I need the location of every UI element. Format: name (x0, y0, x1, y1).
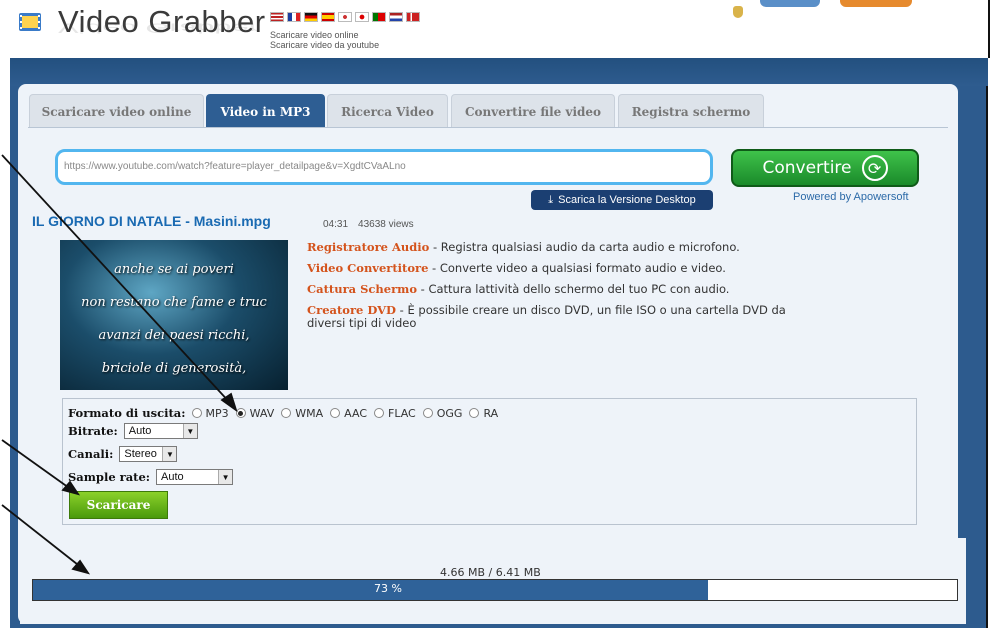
video-thumbnail[interactable]: anche se ai poveri non restano che fame … (60, 240, 288, 390)
mascot-icon (733, 6, 743, 18)
powered-by-text: Powered by Apowersoft (793, 191, 909, 203)
header: Video Grabber Video Grabber Scaricare vi… (0, 0, 990, 58)
feature-link-video-converter[interactable]: Video Convertitore (307, 261, 428, 275)
top-nav-button-orange[interactable] (840, 0, 912, 7)
tab-video-in-mp3[interactable]: Video in MP3 (206, 94, 325, 128)
video-views: 43638 views (358, 219, 414, 230)
refresh-icon: ⟳ (861, 155, 888, 181)
thumbnail-text-line: avanzi dei paesi ricchi, (98, 328, 250, 343)
format-option-label: WMA (295, 406, 324, 420)
format-radio-wma[interactable] (281, 408, 292, 418)
flag-no-icon[interactable] (406, 12, 420, 22)
format-row: Formato di uscita: MP3 WAV WMA AAC FLAC … (68, 406, 501, 420)
feature-item: Video Convertitore - Converte video a qu… (307, 262, 827, 275)
feature-desc: - Converte video a qualsiasi formato aud… (428, 261, 726, 275)
convert-button[interactable]: Convertire ⟳ (731, 149, 919, 187)
format-option-label: MP3 (205, 406, 229, 420)
progress-bar (32, 579, 958, 601)
progress-size-text: 4.66 MB / 6.41 MB (440, 566, 541, 579)
format-option-label: OGG (436, 406, 463, 420)
format-radio-wav[interactable] (235, 408, 246, 418)
download-icon: ⤓ (548, 193, 554, 206)
feature-link-dvd-creator[interactable]: Creatore DVD (307, 303, 396, 317)
flag-jp-icon[interactable] (355, 12, 369, 22)
format-radio-ogg[interactable] (422, 408, 433, 418)
download-desktop-button[interactable]: ⤓ Scarica la Versione Desktop (531, 190, 713, 210)
format-option-label: AAC (344, 406, 367, 420)
samplerate-value: Auto (161, 471, 184, 483)
output-options-box: Formato di uscita: MP3 WAV WMA AAC FLAC … (62, 398, 917, 525)
feature-item: Creatore DVD - È possibile creare un dis… (307, 304, 827, 330)
format-label: Formato di uscita: (68, 406, 186, 420)
bitrate-value: Auto (128, 425, 152, 437)
thumbnail-text-line: briciole di generosità, (101, 361, 247, 376)
flag-es-icon[interactable] (321, 12, 335, 22)
tab-scaricare-video-online[interactable]: Scaricare video online (29, 94, 204, 128)
subtitle-2: Scaricare video da youtube (270, 40, 380, 50)
samplerate-row: Sample rate: Auto ▼ (68, 469, 234, 485)
format-option-label: RA (483, 406, 499, 420)
tab-convertire-file-video[interactable]: Convertire file video (451, 94, 615, 128)
url-input[interactable]: https://www.youtube.com/watch?feature=pl… (55, 149, 713, 185)
channels-value: Stereo (124, 448, 157, 460)
video-meta: 04:31 43638 views (323, 219, 414, 230)
feature-item: Registratore Audio - Registra qualsiasi … (307, 241, 827, 254)
channels-row: Canali: Stereo ▼ (68, 446, 178, 462)
flag-de-icon[interactable] (304, 12, 318, 22)
bitrate-row: Bitrate: Auto ▼ (68, 423, 198, 439)
tab-ricerca-video[interactable]: Ricerca Video (327, 94, 448, 128)
format-radio-ra[interactable] (469, 408, 480, 418)
bitrate-select[interactable]: Auto ▼ (123, 423, 198, 439)
samplerate-label: Sample rate: (68, 470, 151, 484)
flag-nl-icon[interactable] (389, 12, 403, 22)
video-duration: 04:31 (323, 219, 349, 230)
thumbnail-text-line: non restano che fame e truc (81, 295, 267, 310)
channels-label: Canali: (68, 447, 114, 461)
tabs-divider (28, 127, 948, 128)
flag-pt-icon[interactable] (372, 12, 386, 22)
convert-button-label: Convertire (762, 158, 852, 178)
feature-list: Registratore Audio - Registra qualsiasi … (307, 241, 827, 338)
format-option-label: WAV (249, 406, 275, 420)
flag-kr-icon[interactable] (338, 12, 352, 22)
subtitle-1: Scaricare video online (270, 30, 359, 40)
format-radio-aac[interactable] (330, 408, 341, 418)
chevron-down-icon: ▼ (162, 447, 177, 461)
bitrate-label: Bitrate: (68, 424, 118, 438)
flag-fr-icon[interactable] (287, 12, 301, 22)
language-flags (270, 12, 420, 22)
app-name-reflection: Video Grabber (58, 20, 260, 36)
feature-link-audio-recorder[interactable]: Registratore Audio (307, 240, 429, 254)
format-radio-flac[interactable] (374, 408, 384, 418)
top-nav-button-blue[interactable] (760, 0, 820, 7)
feature-desc: - Registra qualsiasi audio da carta audi… (429, 240, 740, 254)
download-button[interactable]: Scaricare (69, 491, 168, 519)
tab-registra-schermo[interactable]: Registra schermo (618, 94, 764, 128)
frame-top-strip (10, 58, 988, 86)
feature-link-screen-capture[interactable]: Cattura Schermo (307, 282, 417, 296)
video-title: IL GIORNO DI NATALE - Masini.mpg (32, 213, 271, 229)
format-radio-mp3[interactable] (191, 408, 202, 418)
film-icon (19, 13, 41, 31)
progress-fill (33, 580, 708, 600)
thumbnail-text-line: anche se ai poveri (114, 262, 234, 277)
samplerate-select[interactable]: Auto ▼ (156, 469, 234, 485)
chevron-down-icon: ▼ (218, 470, 233, 484)
chevron-down-icon: ▼ (182, 424, 197, 438)
feature-item: Cattura Schermo - Cattura lattività dell… (307, 283, 827, 296)
format-option-label: FLAC (388, 406, 416, 420)
flag-us-icon[interactable] (270, 12, 284, 22)
channels-select[interactable]: Stereo ▼ (119, 446, 178, 462)
progress-percent: 73 % (374, 582, 402, 595)
feature-desc: - Cattura lattività dello schermo del tu… (417, 282, 730, 296)
download-desktop-label: Scarica la Versione Desktop (558, 194, 696, 206)
